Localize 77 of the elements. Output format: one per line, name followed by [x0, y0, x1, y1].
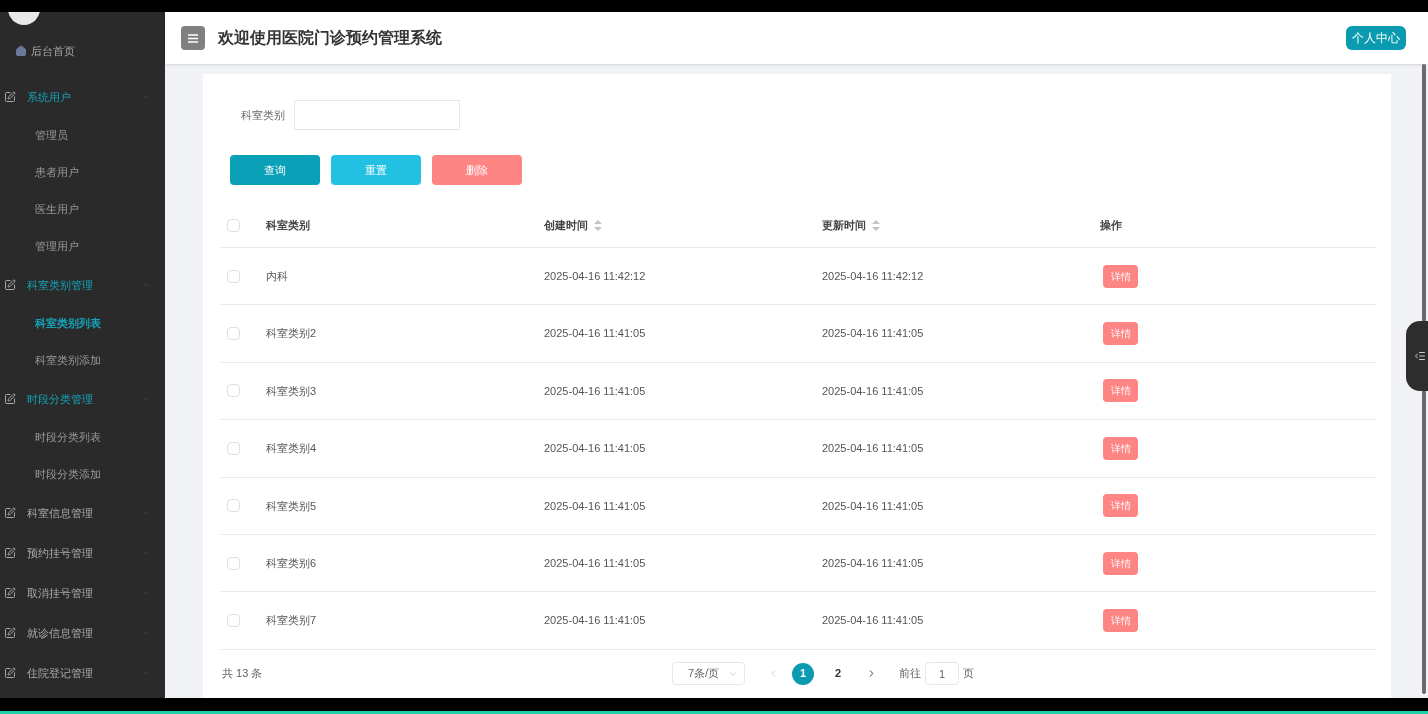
- table-cell: 2025-04-16 11:41:05: [822, 442, 924, 455]
- table-cell: 2025-04-16 11:41:05: [544, 384, 646, 397]
- menu-group[interactable]: 就诊信息管理: [0, 613, 165, 653]
- home-icon: [15, 45, 27, 57]
- table-cell: 2025-04-16 11:41:05: [822, 614, 924, 627]
- menu-item[interactable]: 管理用户: [0, 228, 165, 265]
- sort-icon[interactable]: [872, 220, 880, 231]
- checkbox[interactable]: [227, 614, 240, 628]
- table-cell: 2025-04-16 11:41:05: [544, 614, 646, 627]
- edit-icon: [4, 547, 16, 559]
- table-cell: 2025-04-16 11:41:05: [822, 499, 924, 512]
- menu-item[interactable]: 时段分类列表: [0, 419, 165, 456]
- edit-icon: [4, 393, 16, 405]
- goto-label: 前往: [899, 666, 921, 682]
- menu-item[interactable]: 管理员: [0, 117, 165, 154]
- side-panel-handle[interactable]: [1406, 321, 1428, 391]
- sidebar-item[interactable]: 后台首页: [0, 25, 165, 77]
- field-label: 科室类别: [241, 107, 285, 123]
- edit-icon: [4, 627, 16, 639]
- table-cell: 2025-04-16 11:41:05: [544, 556, 646, 569]
- menu-icon: [188, 33, 198, 43]
- table-cell: 2025-04-16 11:41:05: [544, 499, 646, 512]
- page-suffix: 页: [963, 666, 974, 682]
- menu-group[interactable]: 科室类别管理: [0, 265, 165, 305]
- checkbox[interactable]: [227, 556, 240, 570]
- page-number-field[interactable]: 1: [925, 662, 959, 686]
- search-field[interactable]: [294, 100, 460, 130]
- sort-icon[interactable]: [594, 220, 602, 231]
- menu-group[interactable]: 预约挂号管理: [0, 533, 165, 573]
- edit-icon: [4, 507, 16, 519]
- edit-icon: [4, 91, 16, 103]
- table-cell: 科室类别6: [266, 556, 317, 569]
- total-count: 共 13 条: [221, 666, 264, 682]
- table-cell: 2025-04-16 11:41:05: [822, 384, 924, 397]
- table-cell: 2025-04-16 11:41:05: [822, 556, 924, 569]
- menu-group[interactable]: 系统用户: [0, 77, 165, 117]
- page-size-select[interactable]: 7条/页: [672, 662, 745, 686]
- page-title: 欢迎使用医院门诊预约管理系统: [218, 28, 443, 48]
- menu-item[interactable]: 时段分类添加: [0, 456, 165, 493]
- table-cell: 科室类别2: [266, 327, 317, 340]
- checkbox[interactable]: [227, 269, 240, 283]
- column-header: 科室类别: [266, 218, 310, 234]
- table-cell: 2025-04-16 11:42:12: [544, 269, 646, 282]
- table-cell: 科室类别4: [266, 442, 317, 455]
- menu-group[interactable]: 科室信息管理: [0, 493, 165, 533]
- menu-toggle-button[interactable]: [181, 26, 205, 50]
- action-button[interactable]: 查询: [230, 155, 320, 185]
- menu-item[interactable]: 科室类别添加: [0, 342, 165, 379]
- checkbox[interactable]: [227, 499, 240, 513]
- table-cell: 科室类别3: [266, 384, 317, 397]
- table-cell: 2025-04-16 11:42:12: [822, 269, 924, 282]
- menu-group[interactable]: 取消挂号管理: [0, 573, 165, 613]
- menu-item[interactable]: 医生用户: [0, 191, 165, 228]
- page-button[interactable]: 1: [792, 662, 814, 685]
- table-cell: 科室类别5: [266, 499, 317, 512]
- table-cell: 2025-04-16 11:41:05: [822, 327, 924, 340]
- checkbox[interactable]: [227, 327, 240, 341]
- table-cell: 2025-04-16 11:41:05: [544, 327, 646, 340]
- profile-button[interactable]: 个人中心: [1346, 26, 1406, 50]
- menu-item[interactable]: 科室类别列表: [0, 305, 165, 342]
- menu-group[interactable]: 住院登记管理: [0, 653, 165, 693]
- checkbox[interactable]: [227, 219, 240, 232]
- edit-icon: [4, 667, 16, 679]
- checkbox[interactable]: [227, 441, 240, 455]
- table-cell: 内科: [266, 269, 288, 282]
- table-cell: 科室类别7: [266, 614, 317, 627]
- edit-icon: [4, 279, 16, 291]
- menu-item[interactable]: 患者用户: [0, 154, 165, 191]
- column-header: 更新时间: [822, 218, 866, 234]
- page-button[interactable]: 2: [827, 662, 849, 685]
- checkbox[interactable]: [227, 384, 240, 398]
- column-header: 创建时间: [544, 218, 588, 234]
- menu-group[interactable]: 时段分类管理: [0, 379, 165, 419]
- outdent-icon: [1414, 350, 1426, 362]
- table-cell: 2025-04-16 11:41:05: [544, 442, 646, 455]
- edit-icon: [4, 587, 16, 599]
- column-header: 操作: [1100, 218, 1122, 234]
